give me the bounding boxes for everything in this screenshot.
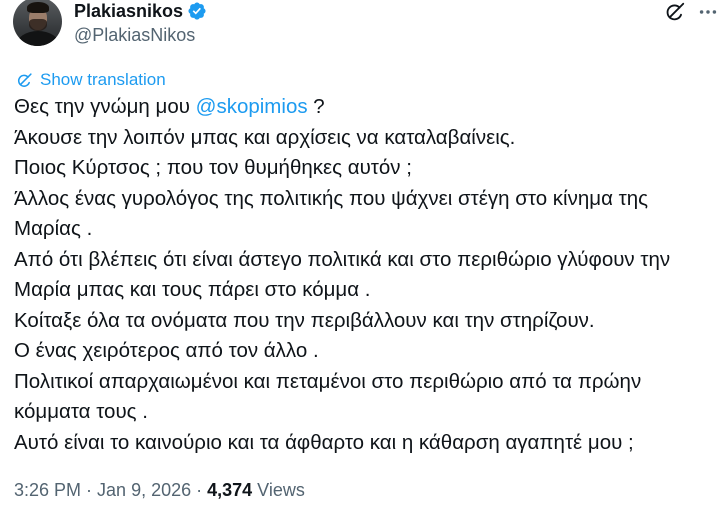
mention-link[interactable]: @skopimios (196, 95, 308, 118)
tweet-text-line: Άλλος ένας γυρολόγος της πολιτικής που ψ… (14, 186, 648, 210)
grok-icon[interactable] (664, 1, 686, 23)
tweet-text-line: Ο ένας χειρότερος από τον άλλο . (14, 339, 319, 362)
avatar-hair (27, 2, 49, 13)
tweet-text-line: Ποιος Κύρτσος ; που τον θυμήθηκες αυτόν … (14, 156, 412, 179)
tweet-meta: 3:26 PM · Jan 9, 2026 · 4,374 Views (14, 478, 305, 502)
tweet-card: Plakiasnikos @PlakiasNikos Show translat… (0, 0, 725, 507)
verified-badge-icon[interactable] (187, 1, 207, 21)
author-handle[interactable]: @PlakiasNikos (74, 24, 195, 46)
meta-separator: · (86, 480, 93, 500)
author-display-name[interactable]: Plakiasnikos (74, 0, 183, 22)
timestamp-link[interactable]: 3:26 PM · Jan 9, 2026 (14, 480, 191, 500)
tweet-text-line: Μαρία μπας και τους πάρει στο κόμμα . (14, 278, 371, 301)
tweet-text-line: Μαρίας . (14, 217, 93, 240)
views-count: 4,374 (207, 480, 253, 500)
tweet-time: 3:26 PM (14, 480, 82, 500)
avatar-beard (29, 19, 47, 31)
tweet-text: Θες την γνώμη μου @skopimios ? Άκουσε τη… (14, 92, 719, 458)
tweet-text-line: Πολιτικοί απαρχαιωμένοι και πεταμένοι στ… (14, 369, 642, 393)
avatar[interactable] (13, 0, 62, 46)
translate-icon (16, 72, 33, 89)
tweet-text-line: Αυτό είναι το καινούριο και τα άφθαρτο κ… (14, 430, 634, 454)
tweet-text-line: Από ότι βλέπεις ότι είναι άστεγο πολιτικ… (14, 247, 671, 271)
more-options-icon[interactable] (697, 1, 719, 23)
tweet-text-line: Κοίταξε όλα τα ονόματα που την περιβάλλο… (14, 308, 595, 332)
avatar-shoulders (16, 31, 60, 46)
tweet-text-line: Άκουσε την λοιπόν μπας και αρχίσεις να κ… (14, 125, 516, 149)
views-label: Views (257, 480, 305, 500)
meta-separator: · (196, 480, 203, 500)
tweet-date: Jan 9, 2026 (97, 480, 192, 500)
tweet-text-segment: Θες την γνώμη μου (14, 95, 196, 118)
show-translation-label: Show translation (40, 70, 166, 89)
tweet-text-line: κόμματα τους . (14, 400, 148, 423)
tweet-text-segment: ? (307, 95, 325, 118)
show-translation-button[interactable]: Show translation (16, 70, 166, 90)
author-name-row: Plakiasnikos (74, 0, 207, 22)
tweet-text-line: Θες την γνώμη μου @skopimios ? (14, 92, 719, 123)
